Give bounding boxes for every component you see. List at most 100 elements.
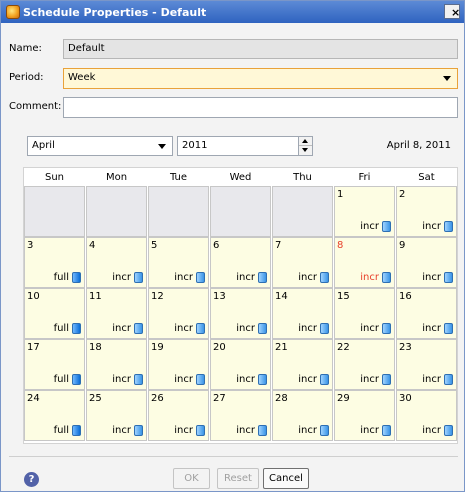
backup-type-incr[interactable]: incr — [422, 374, 453, 385]
comment-field[interactable] — [63, 97, 458, 118]
backup-type-label: incr — [360, 374, 379, 385]
weekday-header-1: Mon — [105, 172, 128, 183]
day-number: 15 — [337, 291, 350, 302]
backup-type-incr[interactable]: incr — [112, 323, 143, 334]
calendar-day-cell[interactable]: 29 incr — [334, 390, 395, 441]
calendar-day-cell[interactable]: 27 incr — [210, 390, 271, 441]
calendar-day-cell[interactable]: 2 incr — [396, 186, 457, 237]
calendar-day-cell[interactable]: 20 incr — [210, 339, 271, 390]
calendar-day-cell[interactable]: 23 incr — [396, 339, 457, 390]
backup-type-label: full — [53, 374, 69, 385]
backup-type-label: incr — [360, 221, 379, 232]
backup-type-label: incr — [174, 323, 193, 334]
calendar-day-cell[interactable]: 28 incr — [272, 390, 333, 441]
backup-type-incr[interactable]: incr — [360, 425, 391, 436]
calendar-day-cell[interactable]: 30 incr — [396, 390, 457, 441]
reset-button[interactable]: Reset — [217, 468, 259, 489]
calendar-day-cell[interactable]: 17 full — [24, 339, 85, 390]
backup-type-incr[interactable]: incr — [298, 425, 329, 436]
backup-type-incr[interactable]: incr — [112, 425, 143, 436]
calendar-day-cell[interactable]: 15 incr — [334, 288, 395, 339]
calendar-day-cell[interactable]: 5 incr — [148, 237, 209, 288]
calendar-day-cell[interactable]: 3 full — [24, 237, 85, 288]
calendar-day-cell[interactable]: 9 incr — [396, 237, 457, 288]
database-icon — [320, 323, 329, 334]
database-icon — [134, 425, 143, 436]
backup-type-label: incr — [422, 221, 441, 232]
backup-type-incr[interactable]: incr — [422, 323, 453, 334]
calendar-day-cell[interactable]: 16 incr — [396, 288, 457, 339]
cancel-button[interactable]: Cancel — [263, 468, 309, 489]
calendar-day-cell[interactable]: 6 incr — [210, 237, 271, 288]
calendar-day-cell[interactable]: 26 incr — [148, 390, 209, 441]
backup-type-full[interactable]: full — [54, 374, 81, 385]
backup-type-incr[interactable]: incr — [422, 272, 453, 283]
calendar-day-cell[interactable]: 10 full — [24, 288, 85, 339]
calendar-days: 1 incr 2 incr 3 full 4 incr 5 incr 6 incr 7 incr 8 incr… — [24, 186, 457, 443]
calendar-day-cell[interactable]: 18 incr — [86, 339, 147, 390]
backup-type-incr[interactable]: incr — [298, 272, 329, 283]
backup-type-full[interactable]: full — [54, 425, 81, 436]
ok-button[interactable]: OK — [173, 468, 210, 489]
calendar-day-cell[interactable]: 12 incr — [148, 288, 209, 339]
backup-type-incr[interactable]: incr — [360, 272, 391, 283]
period-dropdown[interactable]: Week — [63, 68, 458, 89]
backup-type-full[interactable]: full — [54, 323, 81, 334]
month-dropdown[interactable]: April — [27, 136, 173, 156]
calendar-day-cell[interactable]: 1 incr — [334, 186, 395, 237]
year-field[interactable]: 2011 — [177, 136, 313, 156]
day-number: 6 — [213, 240, 220, 251]
help-icon[interactable]: ? — [24, 472, 39, 487]
year-spinner — [298, 136, 313, 156]
spin-up-button[interactable] — [299, 137, 312, 146]
calendar-day-cell[interactable]: 7 incr — [272, 237, 333, 288]
close-button[interactable]: × — [444, 4, 460, 19]
window-title: Schedule Properties - Default — [23, 5, 207, 19]
day-number: 23 — [399, 342, 412, 353]
backup-type-full[interactable]: full — [54, 272, 81, 283]
weekday-header-2: Tue — [169, 172, 188, 183]
calendar-day-cell[interactable]: 24 full — [24, 390, 85, 441]
backup-type-incr[interactable]: incr — [422, 425, 453, 436]
backup-type-incr[interactable]: incr — [360, 374, 391, 385]
calendar-day-cell[interactable]: 4 incr — [86, 237, 147, 288]
calendar-day-cell[interactable]: 21 incr — [272, 339, 333, 390]
calendar-day-cell[interactable]: 25 incr — [86, 390, 147, 441]
backup-type-incr[interactable]: incr — [236, 425, 267, 436]
backup-type-incr[interactable]: incr — [112, 374, 143, 385]
backup-type-label: incr — [236, 374, 255, 385]
day-number: 22 — [337, 342, 350, 353]
day-number: 17 — [27, 342, 40, 353]
weekday-header-3: Wed — [229, 172, 252, 183]
spin-down-button[interactable] — [299, 146, 312, 155]
day-number: 28 — [275, 393, 288, 404]
backup-type-incr[interactable]: incr — [298, 323, 329, 334]
day-number: 14 — [275, 291, 288, 302]
database-icon — [382, 272, 391, 283]
calendar-day-cell[interactable]: 8 incr — [334, 237, 395, 288]
calendar-day-cell[interactable]: 22 incr — [334, 339, 395, 390]
calendar-day-cell[interactable]: 11 incr — [86, 288, 147, 339]
period-value: Week — [68, 72, 96, 83]
backup-type-incr[interactable]: incr — [174, 425, 205, 436]
calendar-day-cell[interactable]: 19 incr — [148, 339, 209, 390]
backup-type-incr[interactable]: incr — [236, 323, 267, 334]
backup-type-incr[interactable]: incr — [174, 323, 205, 334]
calendar-day-cell[interactable]: 13 incr — [210, 288, 271, 339]
database-icon — [444, 374, 453, 385]
day-number: 11 — [89, 291, 102, 302]
backup-type-incr[interactable]: incr — [236, 272, 267, 283]
backup-type-incr[interactable]: incr — [236, 374, 267, 385]
backup-type-incr[interactable]: incr — [360, 221, 391, 232]
database-icon — [444, 221, 453, 232]
backup-type-incr[interactable]: incr — [360, 323, 391, 334]
calendar-day-cell[interactable]: 14 incr — [272, 288, 333, 339]
backup-type-incr[interactable]: incr — [112, 272, 143, 283]
backup-type-incr[interactable]: incr — [422, 221, 453, 232]
backup-type-incr[interactable]: incr — [174, 272, 205, 283]
backup-type-incr[interactable]: incr — [174, 374, 205, 385]
backup-type-incr[interactable]: incr — [298, 374, 329, 385]
weekday-header-0: Sun — [44, 172, 65, 183]
backup-type-label: incr — [236, 425, 255, 436]
backup-type-label: incr — [298, 425, 317, 436]
